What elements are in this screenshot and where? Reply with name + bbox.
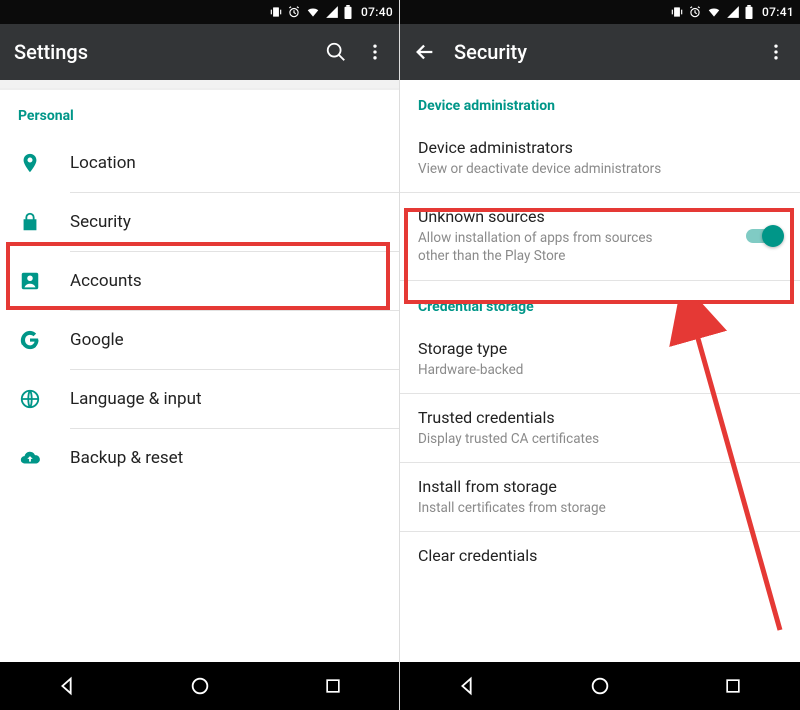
settings-item-label: Google	[70, 330, 124, 350]
pref-title: Install from storage	[418, 477, 782, 496]
pref-title: Unknown sources	[418, 207, 736, 226]
page-title: Security	[454, 40, 748, 64]
section-header-personal: Personal	[0, 90, 399, 134]
pref-clear-credentials[interactable]: Clear credentials	[400, 532, 800, 582]
top-gap	[0, 80, 399, 90]
battery-icon	[744, 5, 754, 19]
settings-item-backup[interactable]: Backup & reset	[0, 429, 399, 487]
nav-recent-button[interactable]	[303, 676, 363, 696]
pref-storage-type[interactable]: Storage type Hardware-backed	[400, 325, 800, 393]
settings-item-location[interactable]: Location	[0, 134, 399, 192]
nav-home-button[interactable]	[570, 675, 630, 697]
status-bar: 07:40	[0, 0, 399, 24]
status-icons	[670, 5, 754, 19]
pref-subtitle: Hardware-backed	[418, 361, 782, 379]
person-icon	[18, 270, 42, 292]
search-icon[interactable]	[325, 41, 347, 63]
vibrate-icon	[269, 5, 283, 19]
overflow-menu-icon[interactable]	[766, 42, 786, 62]
pref-title: Storage type	[418, 339, 782, 358]
pref-subtitle: View or deactivate device administrators	[418, 160, 782, 178]
cloud-upload-icon	[18, 447, 42, 469]
wifi-icon	[706, 5, 722, 19]
nav-back-button[interactable]	[37, 675, 97, 697]
back-icon[interactable]	[414, 41, 436, 63]
settings-item-accounts[interactable]: Accounts	[0, 252, 399, 310]
nav-home-button[interactable]	[170, 675, 230, 697]
unknown-sources-toggle[interactable]	[746, 226, 782, 246]
location-icon	[18, 152, 42, 174]
battery-icon	[343, 5, 353, 19]
section-header-device-admin: Device administration	[400, 80, 800, 124]
page-title: Settings	[14, 40, 307, 64]
overflow-menu-icon[interactable]	[365, 42, 385, 62]
navigation-bar	[0, 662, 399, 710]
phone-left: 07:40 Settings Personal Location	[0, 0, 400, 710]
status-time: 07:40	[361, 5, 393, 19]
status-icons	[269, 5, 353, 19]
settings-item-label: Language & input	[70, 389, 202, 409]
alarm-icon	[688, 5, 702, 19]
pref-unknown-sources[interactable]: Unknown sources Allow installation of ap…	[400, 193, 800, 279]
pref-subtitle: Allow installation of apps from sources …	[418, 229, 678, 265]
status-bar: 07:41	[400, 0, 800, 24]
settings-item-security[interactable]: Security	[0, 193, 399, 251]
pref-subtitle: Display trusted CA certificates	[418, 430, 782, 448]
settings-item-label: Location	[70, 153, 136, 173]
section-header-credential-storage: Credential storage	[400, 281, 800, 325]
lock-icon	[18, 211, 42, 233]
signal-icon	[325, 5, 339, 19]
pref-title: Clear credentials	[418, 546, 782, 565]
settings-item-google[interactable]: Google	[0, 311, 399, 369]
wifi-icon	[305, 5, 321, 19]
app-bar: Security	[400, 24, 800, 80]
pref-install-from-storage[interactable]: Install from storage Install certificate…	[400, 463, 800, 531]
security-list: Device administration Device administrat…	[400, 80, 800, 662]
phone-right: 07:41 Security Device administration Dev…	[400, 0, 800, 710]
settings-list: Personal Location Security Accounts	[0, 90, 399, 662]
settings-item-language[interactable]: Language & input	[0, 370, 399, 428]
pref-device-administrators[interactable]: Device administrators View or deactivate…	[400, 124, 800, 192]
app-bar: Settings	[0, 24, 399, 80]
navigation-bar	[400, 662, 800, 710]
nav-back-button[interactable]	[437, 675, 497, 697]
alarm-icon	[287, 5, 301, 19]
settings-item-label: Security	[70, 212, 131, 232]
settings-item-label: Accounts	[70, 271, 142, 291]
globe-icon	[18, 388, 42, 410]
signal-icon	[726, 5, 740, 19]
pref-subtitle: Install certificates from storage	[418, 499, 782, 517]
nav-recent-button[interactable]	[703, 676, 763, 696]
vibrate-icon	[670, 5, 684, 19]
pref-trusted-credentials[interactable]: Trusted credentials Display trusted CA c…	[400, 394, 800, 462]
pref-title: Device administrators	[418, 138, 782, 157]
settings-item-label: Backup & reset	[70, 448, 183, 468]
pref-title: Trusted credentials	[418, 408, 782, 427]
status-time: 07:41	[762, 5, 794, 19]
google-icon	[18, 329, 42, 351]
